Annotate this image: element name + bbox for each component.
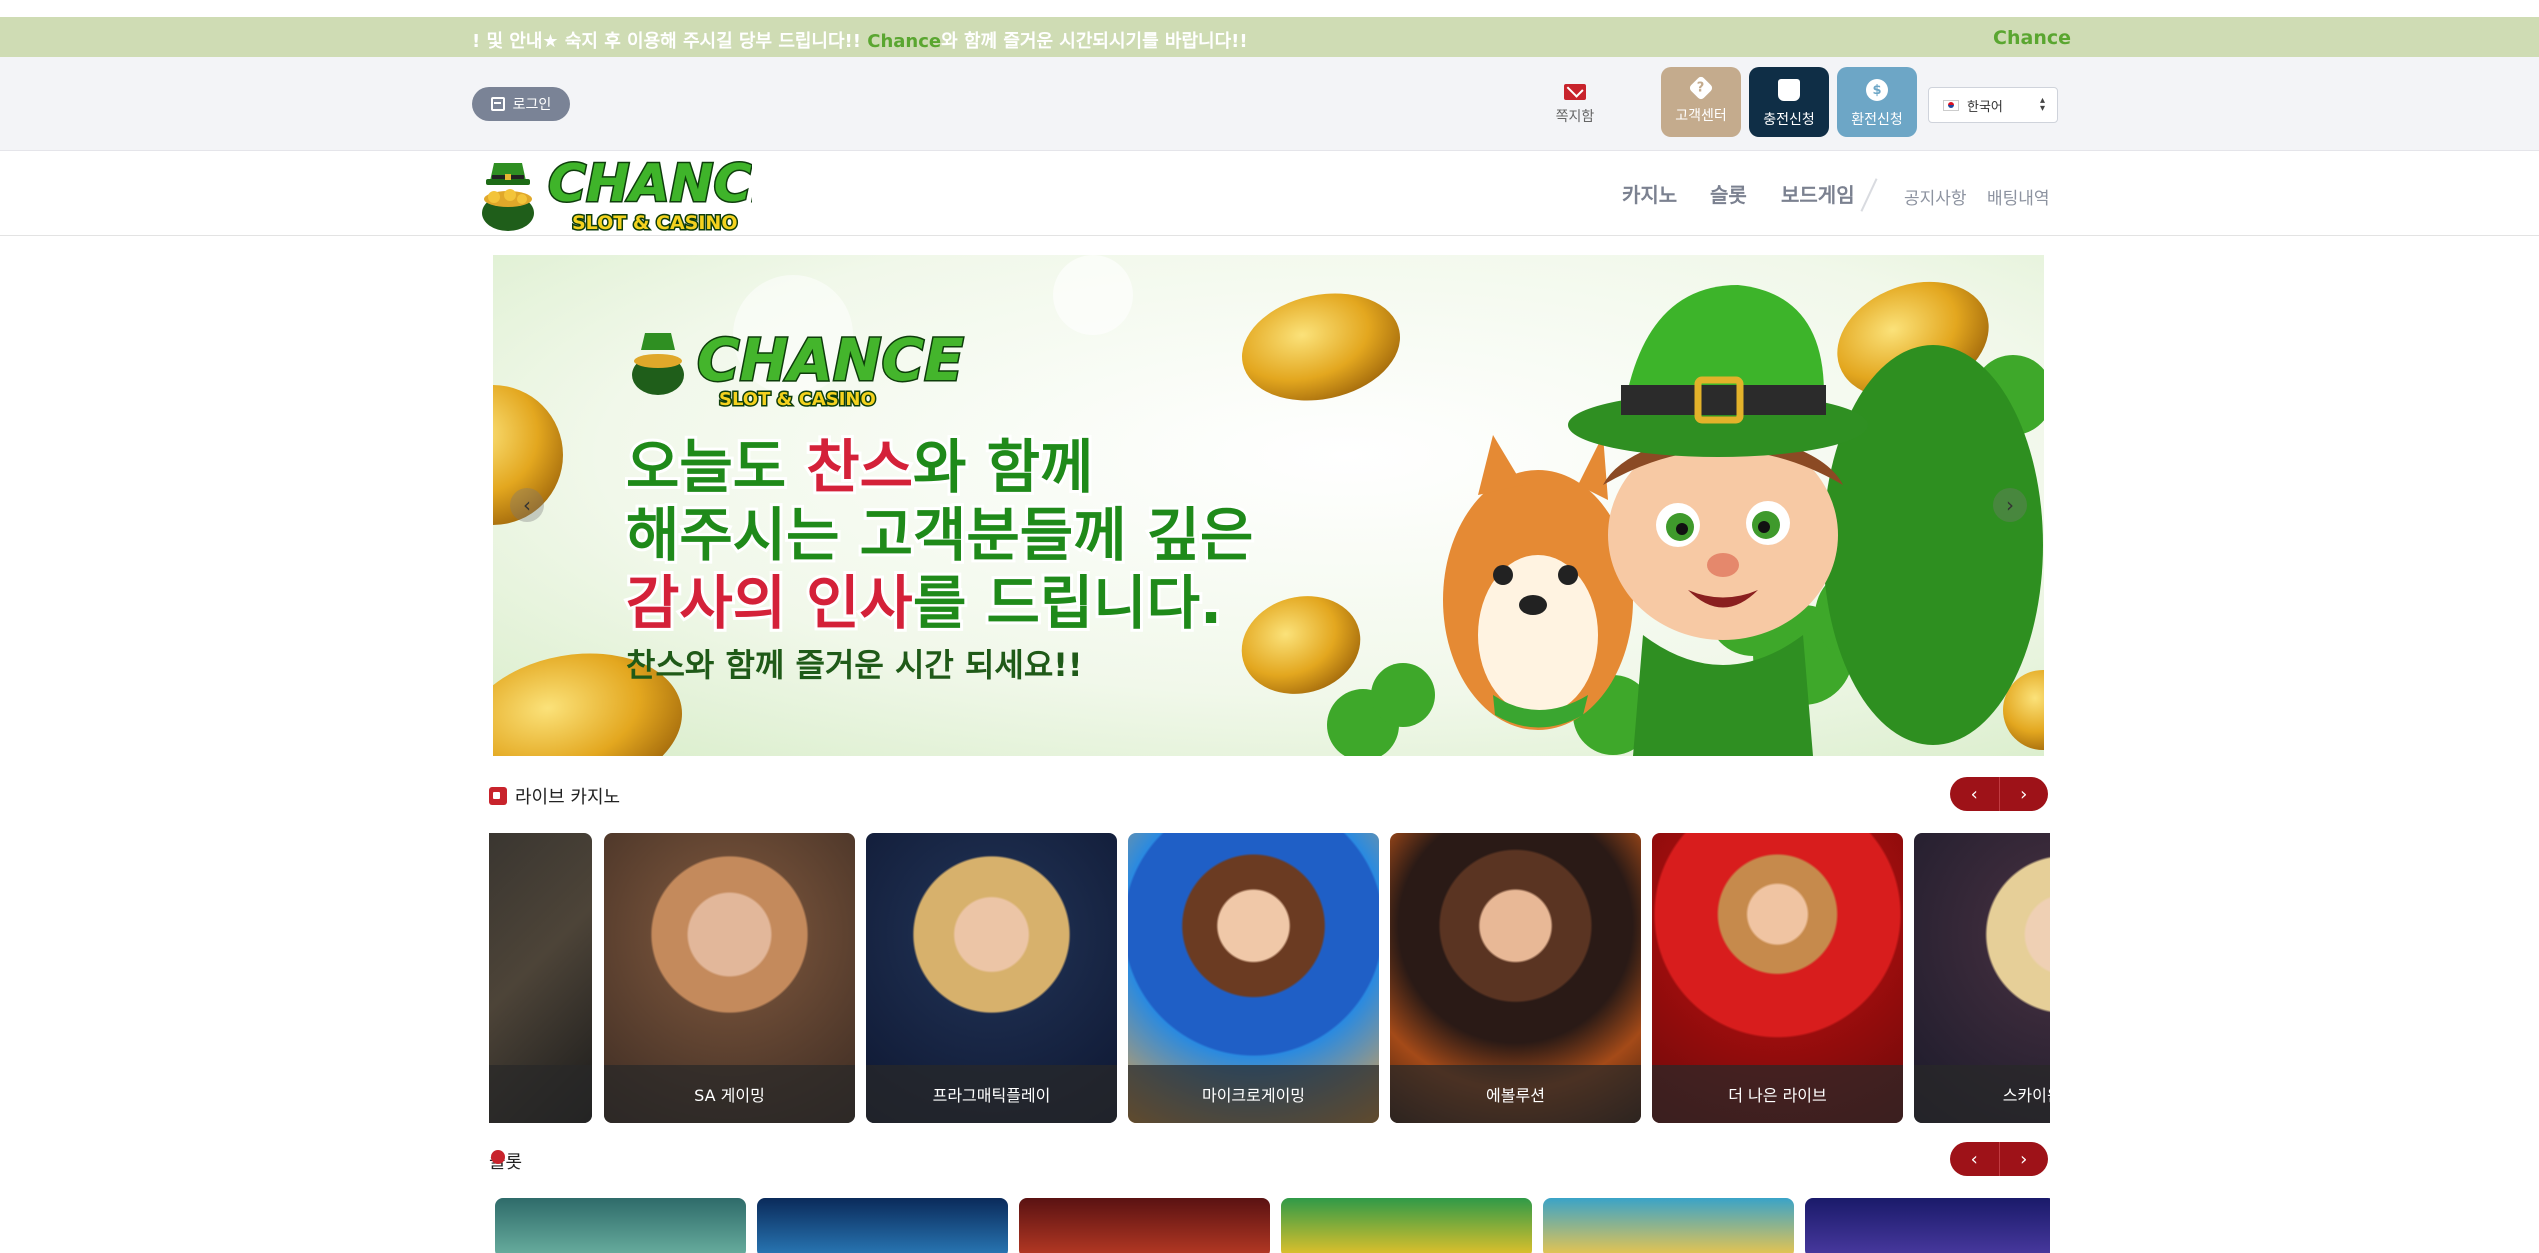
banner-image: CHANCE SLOT & CASINO 오늘도 찬스와 함께 해주시는 고객분… (493, 255, 2044, 756)
hero-banner: CHANCE SLOT & CASINO 오늘도 찬스와 함께 해주시는 고객분… (493, 255, 2044, 756)
live-casino-carousel: SA 게이밍 프라그매틱플레이 마이크로게이밍 에볼루션 더 나은 라이브 스카… (489, 833, 2050, 1123)
deposit-request-label: 충전신청 (1763, 112, 1815, 128)
nav-notice[interactable]: 공지사항 (1904, 184, 1967, 209)
provider-label (489, 1065, 592, 1123)
live-casino-pager: ‹ › (1950, 777, 2048, 811)
slot-card[interactable] (1805, 1198, 2050, 1253)
question-diamond-icon: ? (1688, 75, 1714, 101)
nav-divider (1860, 178, 1878, 212)
top-strip (0, 0, 2539, 17)
slot-section-title: 슬롯 (488, 1147, 522, 1174)
provider-card[interactable]: 에볼루션 (1390, 833, 1641, 1123)
customer-center-label: 고객센터 (1675, 108, 1727, 124)
notice-brand-right: Chance (1993, 27, 2071, 49)
nav-slot[interactable]: 슬롯 (1710, 179, 1747, 208)
slot-prev-button[interactable]: ‹ (1950, 1142, 2000, 1176)
banner-line-4: 찬스와 함께 즐거운 시간 되세요!! (626, 646, 1082, 684)
withdraw-request-label: 환전신청 (1851, 112, 1903, 128)
notice-suffix: 와 함께 즐거운 시간되시기를 바랍니다!! (941, 31, 1248, 52)
banner-logo-bottom: SLOT & CASINO (719, 389, 876, 410)
provider-card[interactable]: 더 나은 라이브 (1652, 833, 1903, 1123)
login-icon (490, 97, 505, 111)
provider-card[interactable]: 프라그매틱플레이 (866, 833, 1117, 1123)
slot-card[interactable] (1281, 1198, 1532, 1253)
message-box-button[interactable]: 쪽지함 (1545, 84, 1605, 134)
site-logo[interactable]: CHANCE SLOT & CASINO (472, 151, 752, 235)
header: 로그인 쪽지함 ? 고객센터 충전신청 $ 환전신청 한국어 ▴ ▾ (0, 57, 2539, 151)
language-select[interactable]: 한국어 ▴ ▾ (1928, 87, 2058, 123)
select-arrows-icon: ▴ ▾ (2039, 95, 2045, 114)
envelope-icon (1564, 84, 1586, 100)
banner-line-3: 감사의 인사를 드립니다. (626, 569, 1222, 637)
bag-icon (1778, 79, 1800, 101)
deposit-request-button[interactable]: 충전신청 (1749, 67, 1829, 137)
provider-label: 마이크로게이밍 (1128, 1065, 1379, 1123)
provider-card[interactable]: 스카이윈드 (1914, 833, 2050, 1123)
slot-card[interactable] (495, 1198, 746, 1253)
provider-label: 스카이윈드 (1914, 1065, 2050, 1123)
provider-card[interactable]: SA 게이밍 (604, 833, 855, 1123)
logo-text-top: CHANCE (548, 154, 752, 214)
slot-card[interactable] (757, 1198, 1008, 1253)
korea-flag-icon (1943, 99, 1959, 111)
coins-icon: $ (1866, 79, 1888, 101)
banner-line-2: 해주시는 고객분들께 깊은 (626, 501, 1253, 569)
live-camera-icon (489, 787, 507, 805)
notice-prefix: ! 및 안내★ 숙지 후 이용해 주시길 당부 드립니다!! (472, 31, 868, 52)
slot-next-button[interactable]: › (2000, 1142, 2049, 1176)
slot-carousel (495, 1198, 2050, 1253)
slot-pager: ‹ › (1950, 1142, 2048, 1176)
banner-logo-top: CHANCE (697, 326, 964, 394)
nav-board-game[interactable]: 보드게임 (1781, 179, 1855, 208)
chevron-right-icon: › (2006, 493, 2014, 517)
withdraw-request-button[interactable]: $ 환전신청 (1837, 67, 1917, 137)
login-label: 로그인 (512, 97, 552, 113)
banner-prev-button[interactable]: ‹ (510, 488, 544, 522)
banner-next-button[interactable]: › (1993, 488, 2027, 522)
chevron-left-icon: ‹ (523, 493, 531, 517)
slot-card[interactable] (1019, 1198, 1270, 1253)
main-nav: CHANCE SLOT & CASINO 카지노 슬롯 보드게임 공지사항 배팅… (0, 151, 2539, 236)
nav-betting-history[interactable]: 배팅내역 (1987, 184, 2050, 209)
provider-label: SA 게이밍 (604, 1065, 855, 1123)
live-casino-title: 라이브 카지노 (515, 787, 621, 808)
nav-casino[interactable]: 카지노 (1622, 179, 1677, 208)
banner-line-1: 오늘도 찬스와 함께 (626, 433, 1093, 501)
customer-center-button[interactable]: ? 고객센터 (1661, 67, 1741, 137)
notice-brand: Chance (867, 31, 942, 52)
provider-card[interactable] (489, 833, 592, 1123)
slot-card[interactable] (1543, 1198, 1794, 1253)
logo-text-bottom: SLOT & CASINO (572, 212, 737, 234)
provider-label: 에볼루션 (1390, 1065, 1641, 1123)
provider-label: 더 나은 라이브 (1652, 1065, 1903, 1123)
notice-bar: ! 및 안내★ 숙지 후 이용해 주시길 당부 드립니다!! Chance와 함… (0, 17, 2539, 57)
login-button[interactable]: 로그인 (472, 87, 570, 121)
live-casino-prev-button[interactable]: ‹ (1950, 777, 2000, 811)
provider-label: 프라그매틱플레이 (866, 1065, 1117, 1123)
provider-card[interactable]: 마이크로게이밍 (1128, 833, 1379, 1123)
message-label: 쪽지함 (1555, 109, 1595, 125)
live-casino-section-title: 라이브 카지노 (489, 783, 620, 809)
notice-text: ! 및 안내★ 숙지 후 이용해 주시길 당부 드립니다!! Chance와 함… (472, 27, 1248, 53)
language-value: 한국어 (1967, 99, 2003, 115)
live-casino-next-button[interactable]: › (2000, 777, 2049, 811)
